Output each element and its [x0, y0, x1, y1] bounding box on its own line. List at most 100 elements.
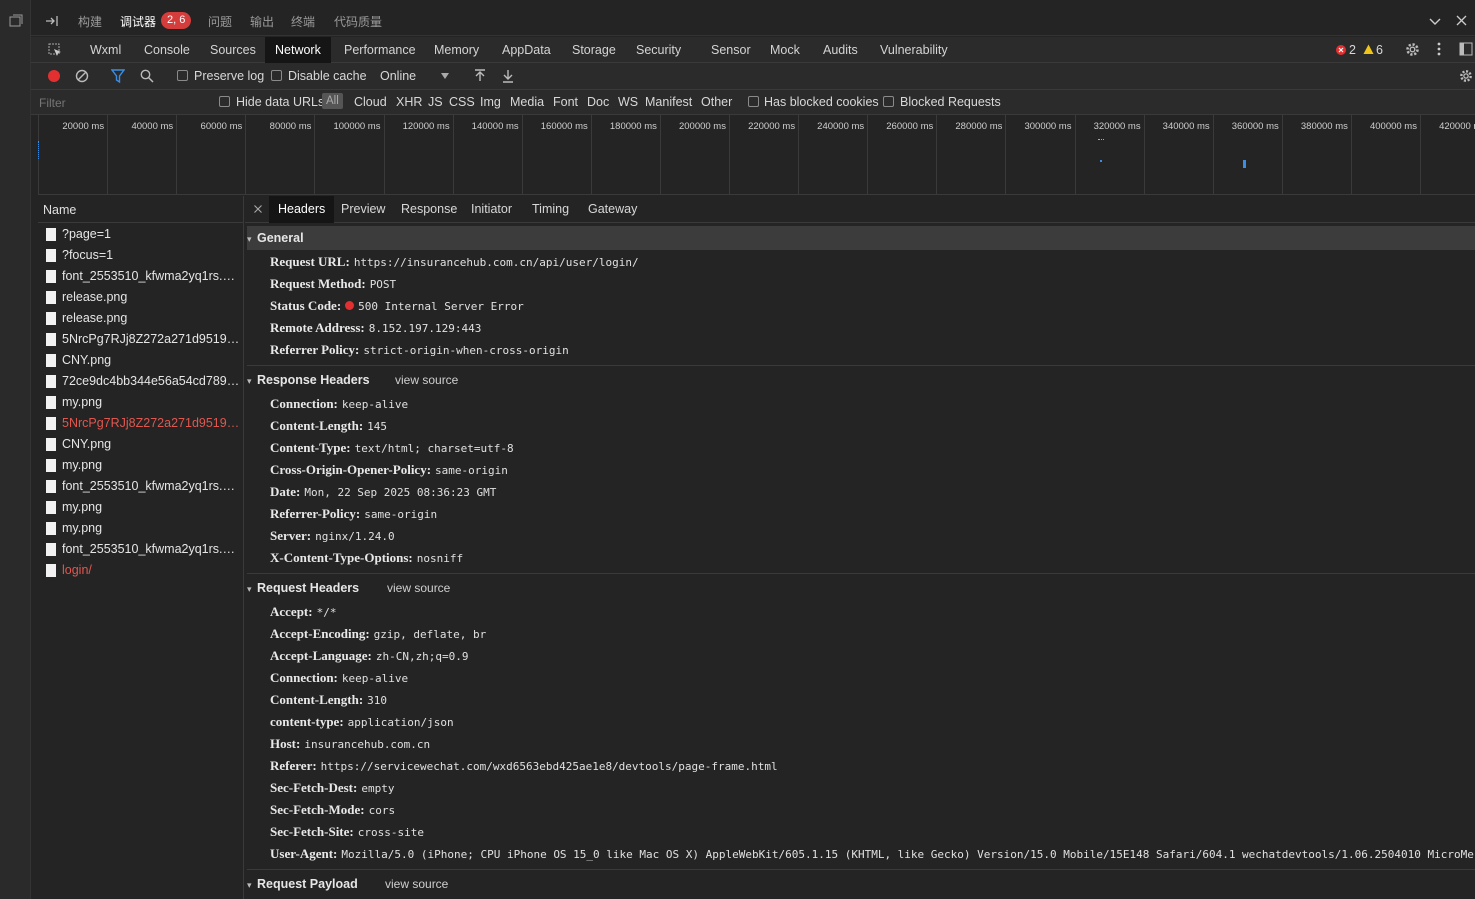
detail-tab-preview[interactable]: Preview	[341, 196, 385, 223]
toptab-debugger[interactable]: 调试器	[120, 13, 156, 30]
header-key: Content-Type:	[270, 440, 351, 455]
timeline-tick-label: 220000 ms	[748, 121, 796, 132]
type-filter-cloud[interactable]: Cloud	[354, 95, 387, 109]
filter-input[interactable]	[39, 93, 199, 112]
timeline-tick: 400000 ms	[1350, 115, 1420, 195]
expand-triangle-icon[interactable]: ▾	[247, 227, 257, 251]
import-har-icon[interactable]	[474, 69, 486, 83]
expand-triangle-icon[interactable]: ▾	[247, 369, 257, 393]
view-source-link[interactable]: view source	[395, 368, 458, 392]
section-general-header[interactable]: ▾ General	[247, 226, 1475, 250]
request-row[interactable]: ?focus=1	[38, 245, 244, 266]
request-row[interactable]: CNY.png	[38, 350, 244, 371]
tab-network[interactable]: Network	[265, 37, 331, 63]
tab-vulnerability[interactable]: Vulnerability	[880, 37, 948, 63]
request-row[interactable]: font_2553510_kfwma2yq1rs.wo...	[38, 539, 244, 560]
tab-console[interactable]: Console	[144, 37, 190, 63]
disable-cache-checkbox[interactable]	[271, 70, 282, 81]
chevron-down-icon[interactable]	[1429, 18, 1441, 26]
toptab-build[interactable]: 构建	[78, 13, 102, 30]
throttling-select[interactable]: Online	[380, 69, 416, 83]
detail-tab-response[interactable]: Response	[401, 196, 457, 223]
request-row[interactable]: my.png	[38, 455, 244, 476]
toptab-output[interactable]: 输出	[250, 13, 274, 30]
type-filter-font[interactable]: Font	[553, 95, 578, 109]
preserve-log-checkbox[interactable]	[177, 70, 188, 81]
type-filter-doc[interactable]: Doc	[587, 95, 609, 109]
request-row[interactable]: login/	[38, 560, 244, 581]
tab-audits[interactable]: Audits	[823, 37, 858, 63]
request-row[interactable]: release.png	[38, 308, 244, 329]
request-row[interactable]: font_2553510_kfwma2yq1rs.wo...	[38, 476, 244, 497]
tab-mock[interactable]: Mock	[770, 37, 800, 63]
tab-sources[interactable]: Sources	[210, 37, 256, 63]
record-icon[interactable]	[47, 69, 61, 83]
request-row[interactable]: ?page=1	[38, 224, 244, 245]
tab-wxml[interactable]: Wxml	[90, 37, 121, 63]
request-row[interactable]: release.png	[38, 287, 244, 308]
close-icon[interactable]	[1456, 15, 1467, 26]
name-column-header[interactable]: Name	[38, 196, 244, 223]
collapse-panel-icon[interactable]	[45, 15, 59, 27]
detail-tab-timing[interactable]: Timing	[532, 196, 569, 223]
gear-icon[interactable]	[1405, 42, 1420, 57]
type-filter-manifest[interactable]: Manifest	[645, 95, 692, 109]
request-row[interactable]: my.png	[38, 518, 244, 539]
network-settings-gear-icon[interactable]	[1459, 69, 1473, 83]
warning-count[interactable]: 6	[1376, 43, 1383, 57]
type-filter-img[interactable]: Img	[480, 95, 501, 109]
header-value: Mozilla/5.0 (iPhone; CPU iPhone OS 15_0 …	[341, 848, 1474, 861]
request-row[interactable]: font_2553510_kfwma2yq1rs.wo...	[38, 266, 244, 287]
expand-triangle-icon[interactable]: ▾	[247, 577, 257, 601]
timeline-tick: 240000 ms	[798, 115, 867, 195]
header-value: strict-origin-when-cross-origin	[363, 344, 569, 357]
inspect-element-icon[interactable]	[48, 43, 62, 57]
request-row[interactable]: CNY.png	[38, 434, 244, 455]
more-menu-icon[interactable]	[1437, 42, 1441, 56]
section-request-headers-header[interactable]: ▾ Request Headers view source	[247, 576, 1475, 600]
expand-triangle-icon[interactable]: ▾	[247, 873, 257, 897]
export-har-icon[interactable]	[502, 69, 514, 83]
section-request-payload-header[interactable]: ▾ Request Payload view source	[247, 872, 1475, 896]
type-filter-css[interactable]: CSS	[449, 95, 475, 109]
type-filter-xhr[interactable]: XHR	[396, 95, 422, 109]
close-detail-icon[interactable]	[254, 205, 262, 213]
view-source-link[interactable]: view source	[387, 576, 450, 600]
tab-sensor[interactable]: Sensor	[711, 37, 751, 63]
toptab-problems[interactable]: 问题	[208, 13, 232, 30]
hide-data-urls-checkbox[interactable]	[219, 96, 230, 107]
toptab-terminal[interactable]: 终端	[291, 13, 315, 30]
toptab-code-quality[interactable]: 代码质量	[334, 13, 382, 30]
detail-tab-initiator[interactable]: Initiator	[471, 196, 512, 223]
type-filter-js[interactable]: JS	[428, 95, 443, 109]
type-filter-media[interactable]: Media	[510, 95, 544, 109]
has-blocked-cookies-checkbox[interactable]	[748, 96, 759, 107]
dock-icon[interactable]	[1459, 42, 1473, 56]
tab-storage[interactable]: Storage	[572, 37, 616, 63]
request-row[interactable]: 5NrcPg7RJj8Z272a271d951942...	[38, 329, 244, 350]
window-restore-icon[interactable]	[9, 14, 23, 28]
request-row[interactable]: 5NrcPg7RJj8Z272a271d951942...	[38, 413, 244, 434]
section-response-headers-header[interactable]: ▾ Response Headers view source	[247, 368, 1475, 392]
tab-performance[interactable]: Performance	[344, 37, 416, 63]
tab-appdata[interactable]: AppData	[502, 37, 551, 63]
filter-icon[interactable]	[111, 69, 125, 83]
type-filter-ws[interactable]: WS	[618, 95, 638, 109]
tab-memory[interactable]: Memory	[434, 37, 479, 63]
error-count[interactable]: 2	[1349, 43, 1356, 57]
request-row[interactable]: my.png	[38, 392, 244, 413]
header-value: nosniff	[416, 552, 464, 565]
overview-timeline[interactable]: 20000 ms 40000 ms 60000 ms 80000 ms 100000 m…	[38, 115, 1475, 195]
type-filter-other[interactable]: Other	[701, 95, 732, 109]
type-filter-all[interactable]: All	[322, 93, 343, 109]
request-row[interactable]: my.png	[38, 497, 244, 518]
clear-icon[interactable]	[75, 69, 89, 83]
dropdown-arrow-icon[interactable]	[441, 73, 449, 79]
tab-security[interactable]: Security	[636, 37, 681, 63]
view-source-link[interactable]: view source	[385, 872, 448, 896]
blocked-requests-checkbox[interactable]	[883, 96, 894, 107]
search-icon[interactable]	[140, 69, 154, 83]
detail-tab-headers[interactable]: Headers	[269, 196, 335, 223]
request-row[interactable]: 72ce9dc4bb344e56a54cd789b9...	[38, 371, 244, 392]
detail-tab-gateway[interactable]: Gateway	[588, 196, 637, 223]
